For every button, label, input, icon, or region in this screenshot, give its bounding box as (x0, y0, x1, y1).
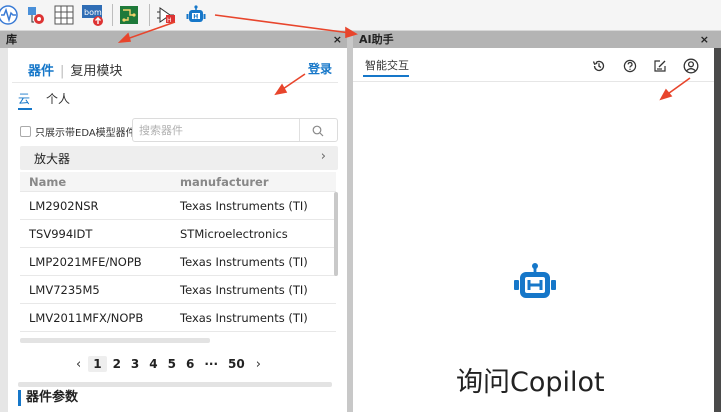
prev-page-button[interactable]: ‹ (70, 357, 87, 372)
next-page-button[interactable]: › (250, 357, 267, 372)
copilot-robot-icon (513, 262, 557, 302)
ai-panel-title: AI助手 (359, 33, 394, 46)
ai-close-button[interactable]: × (700, 31, 709, 48)
cell-manufacturer: Texas Instruments (TI) (180, 283, 308, 297)
page-4-button[interactable]: 4 (145, 357, 161, 371)
page-5-button[interactable]: 5 (164, 357, 180, 371)
library-tabs: 器件 | 复用模块 (28, 64, 123, 79)
component-search (132, 118, 338, 142)
column-header-name[interactable]: Name (29, 175, 66, 189)
cell-name: LMP2021MFE/NOPB (29, 255, 142, 269)
active-tab-indicator (18, 108, 32, 110)
page-1-button[interactable]: 1 (88, 356, 107, 372)
divider (353, 81, 714, 82)
library-panel: 器件|复用模块 登录 云 个人 只展示带EDA模型器件 放大器 › Name ma… (0, 48, 347, 412)
component-params-title: 器件参数 (18, 390, 78, 406)
table-row[interactable]: TSV994IDT STMicroelectronics (20, 220, 336, 248)
cell-manufacturer: Texas Instruments (TI) (180, 199, 308, 213)
cell-name: TSV994IDT (29, 227, 93, 241)
chevron-right-icon: › (320, 149, 326, 164)
bom-upload-icon[interactable]: bom (81, 3, 105, 27)
tab-cloud[interactable]: 云 (18, 92, 30, 106)
ai-panel-header: AI助手 × (353, 31, 721, 48)
table-row[interactable]: LM2902NSR Texas Instruments (TI) (20, 192, 336, 220)
login-link[interactable]: 登录 (308, 60, 332, 77)
history-icon[interactable] (591, 58, 607, 74)
right-window-edge (714, 48, 721, 412)
waveform-icon[interactable] (0, 3, 20, 27)
active-tab-indicator (363, 75, 409, 77)
search-button[interactable] (309, 122, 327, 140)
cell-manufacturer: Texas Instruments (TI) (180, 311, 308, 325)
pagination: ‹ 1 2 3 4 5 6 ··· 50 › (70, 354, 267, 374)
ai-robot-icon[interactable]: H (184, 3, 208, 27)
eda-model-filter[interactable]: 只展示带EDA模型器件 (20, 124, 136, 139)
divider (12, 82, 338, 83)
library-close-button[interactable]: × (333, 31, 342, 48)
cell-name: LMV7235M5 (29, 283, 100, 297)
cell-name: LM2902NSR (29, 199, 99, 213)
tab-components[interactable]: 器件 (28, 64, 54, 79)
svg-text:H: H (193, 13, 198, 20)
category-amplifier[interactable]: 放大器 › (20, 146, 338, 170)
schematic-symbol-icon[interactable]: H (155, 3, 179, 27)
tab-smart-interaction[interactable]: 智能交互 (365, 57, 409, 73)
svg-text:H: H (167, 17, 172, 24)
cell-manufacturer: Texas Instruments (TI) (180, 255, 308, 269)
table-grid-icon[interactable] (52, 3, 76, 27)
page-2-button[interactable]: 2 (109, 357, 125, 371)
column-header-manufacturer[interactable]: manufacturer (180, 175, 269, 189)
page-last-button[interactable]: 50 (224, 357, 249, 371)
pcb-icon[interactable] (117, 3, 141, 27)
category-label: 放大器 (34, 152, 71, 166)
table-row[interactable]: LMV7235M5 Texas Instruments (TI) (20, 276, 336, 304)
help-icon[interactable] (622, 58, 638, 74)
page-6-button[interactable]: 6 (182, 357, 198, 371)
page-3-button[interactable]: 3 (127, 357, 143, 371)
tab-personal[interactable]: 个人 (46, 92, 70, 106)
library-panel-title: 库 (6, 33, 17, 46)
table-vertical-scrollbar[interactable] (334, 192, 338, 276)
table-row[interactable]: LMV2011MFX/NOPB Texas Instruments (TI) (20, 304, 336, 332)
left-panel-edge (0, 48, 8, 412)
user-avatar-icon[interactable] (683, 58, 699, 74)
component-link-icon[interactable] (24, 3, 48, 27)
params-scrollbar[interactable] (18, 382, 332, 387)
copilot-headline: 询问Copilot (456, 367, 605, 398)
eda-model-filter-label: 只展示带EDA模型器件 (35, 128, 136, 139)
table-header: Name manufacturer (20, 172, 336, 192)
pagination-ellipsis[interactable]: ··· (200, 357, 222, 371)
cell-manufacturer: STMicroelectronics (180, 227, 288, 241)
scope-tabs: 云 个人 (18, 90, 86, 107)
edit-icon[interactable] (652, 58, 668, 74)
eda-model-checkbox[interactable] (20, 126, 31, 137)
cell-name: LMV2011MFX/NOPB (29, 311, 144, 325)
tab-reuse-modules[interactable]: 复用模块 (70, 64, 122, 79)
component-table: Name manufacturer LM2902NSR Texas Instru… (20, 172, 336, 332)
table-horizontal-scrollbar[interactable] (20, 338, 210, 343)
main-toolbar: bom H H (0, 0, 721, 31)
ai-assistant-panel: 智能交互 询问Copilot (353, 48, 714, 412)
search-input[interactable] (139, 122, 294, 138)
table-row[interactable]: LMP2021MFE/NOPB Texas Instruments (TI) (20, 248, 336, 276)
search-icon (312, 125, 324, 137)
library-panel-header: 库 × (0, 31, 347, 48)
svg-text:bom: bom (84, 8, 102, 17)
